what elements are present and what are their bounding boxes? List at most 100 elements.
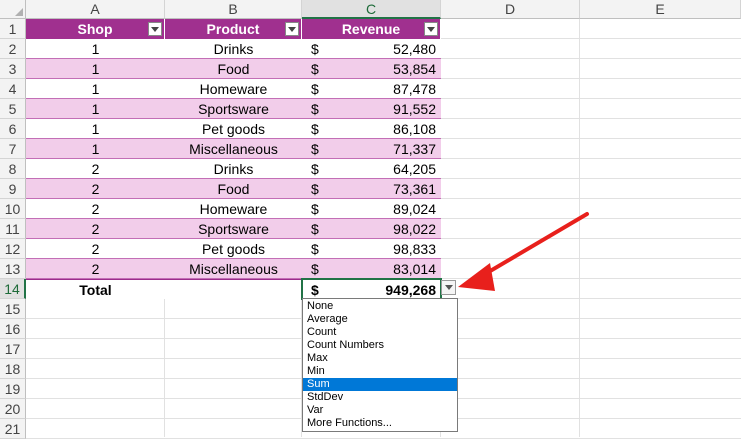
row-header-12[interactable]: 12 — [0, 239, 26, 259]
menu-option-more-functions[interactable]: More Functions... — [303, 417, 457, 430]
row-header-10[interactable]: 10 — [0, 199, 26, 219]
revenue-cell[interactable]: $83,014 — [302, 259, 441, 279]
revenue-amount: 98,022 — [393, 221, 436, 237]
revenue-cell[interactable]: $64,205 — [302, 159, 441, 179]
currency-symbol: $ — [311, 101, 319, 117]
product-cell[interactable]: Drinks — [165, 39, 302, 59]
row-header-7[interactable]: 7 — [0, 139, 26, 159]
revenue-cell[interactable]: $53,854 — [302, 59, 441, 79]
column-header-a[interactable]: A — [26, 0, 165, 19]
select-all-corner[interactable] — [0, 0, 26, 19]
currency-symbol: $ — [311, 221, 319, 237]
row-header-17[interactable]: 17 — [0, 339, 26, 359]
row-header-9[interactable]: 9 — [0, 179, 26, 199]
column-header-c[interactable]: C — [302, 0, 441, 19]
shop-cell[interactable]: 1 — [26, 39, 165, 59]
row-header-5[interactable]: 5 — [0, 99, 26, 119]
arrow-head — [458, 263, 495, 291]
revenue-amount: 73,361 — [393, 181, 436, 197]
shop-cell[interactable]: 2 — [26, 179, 165, 199]
revenue-cell[interactable]: $98,833 — [302, 239, 441, 259]
revenue-cell[interactable]: $91,552 — [302, 99, 441, 119]
product-cell[interactable]: Pet goods — [165, 239, 302, 259]
revenue-cell[interactable]: $89,024 — [302, 199, 441, 219]
row-header-13[interactable]: 13 — [0, 259, 26, 279]
shop-cell[interactable]: 1 — [26, 79, 165, 99]
shop-cell[interactable]: 1 — [26, 99, 165, 119]
product-cell[interactable]: Miscellaneous — [165, 139, 302, 159]
revenue-cell[interactable]: $98,022 — [302, 219, 441, 239]
shop-cell[interactable]: 2 — [26, 259, 165, 279]
header-cell-product[interactable]: Product — [165, 19, 302, 39]
product-cell[interactable]: Homeware — [165, 79, 302, 99]
menu-option-count-numbers[interactable]: Count Numbers — [303, 339, 457, 352]
row-header-15[interactable]: 15 — [0, 299, 26, 319]
shop-cell[interactable]: 2 — [26, 239, 165, 259]
product-cell[interactable]: Pet goods — [165, 119, 302, 139]
currency-symbol: $ — [311, 81, 319, 97]
shop-cell[interactable]: 2 — [26, 159, 165, 179]
filter-dropdown-icon[interactable] — [148, 22, 162, 36]
row-header-2[interactable]: 2 — [0, 39, 26, 59]
row-header-19[interactable]: 19 — [0, 379, 26, 399]
shop-cell[interactable]: 1 — [26, 139, 165, 159]
revenue-amount: 86,108 — [393, 121, 436, 137]
shop-cell[interactable]: 1 — [26, 119, 165, 139]
total-product-cell[interactable] — [165, 279, 302, 299]
revenue-cell[interactable]: $87,478 — [302, 79, 441, 99]
column-header-e[interactable]: E — [580, 0, 741, 19]
filter-dropdown-icon[interactable] — [285, 22, 299, 36]
row-header-18[interactable]: 18 — [0, 359, 26, 379]
currency-symbol: $ — [311, 141, 319, 157]
revenue-cell[interactable]: $52,480 — [302, 39, 441, 59]
product-cell[interactable]: Sportsware — [165, 99, 302, 119]
row-header-14[interactable]: 14 — [0, 279, 26, 299]
row-header-1[interactable]: 1 — [0, 19, 26, 39]
revenue-amount: 87,478 — [393, 81, 436, 97]
menu-option-average[interactable]: Average — [303, 313, 457, 326]
product-cell[interactable]: Miscellaneous — [165, 259, 302, 279]
revenue-amount: 64,205 — [393, 161, 436, 177]
revenue-cell[interactable]: $71,337 — [302, 139, 441, 159]
column-header-d[interactable]: D — [441, 0, 580, 19]
row-header-20[interactable]: 20 — [0, 399, 26, 419]
filter-dropdown-icon[interactable] — [424, 22, 438, 36]
menu-option-sum[interactable]: Sum — [303, 378, 457, 391]
shop-cell[interactable]: 1 — [26, 59, 165, 79]
menu-option-min[interactable]: Min — [303, 365, 457, 378]
column-header-b[interactable]: B — [165, 0, 302, 19]
currency-symbol: $ — [311, 181, 319, 197]
currency-symbol: $ — [311, 161, 319, 177]
header-label-product: Product — [206, 21, 260, 37]
row-header-11[interactable]: 11 — [0, 219, 26, 239]
shop-cell[interactable]: 2 — [26, 219, 165, 239]
product-cell[interactable]: Homeware — [165, 199, 302, 219]
currency-symbol: $ — [311, 41, 319, 57]
revenue-amount: 83,014 — [393, 261, 436, 277]
menu-option-count[interactable]: Count — [303, 326, 457, 339]
menu-option-max[interactable]: Max — [303, 352, 457, 365]
product-cell[interactable]: Sportsware — [165, 219, 302, 239]
product-cell[interactable]: Food — [165, 179, 302, 199]
menu-option-none[interactable]: None — [303, 300, 457, 313]
menu-option-var[interactable]: Var — [303, 404, 457, 417]
row-header-3[interactable]: 3 — [0, 59, 26, 79]
product-cell[interactable]: Food — [165, 59, 302, 79]
total-label-cell[interactable]: Total — [26, 279, 165, 299]
total-function-menu[interactable]: None Average Count Count Numbers Max Min Sum St… — [302, 298, 458, 432]
header-cell-shop[interactable]: Shop — [26, 19, 165, 39]
row-header-16[interactable]: 16 — [0, 319, 26, 339]
product-cell[interactable]: Drinks — [165, 159, 302, 179]
row-header-6[interactable]: 6 — [0, 119, 26, 139]
menu-option-stddev[interactable]: StdDev — [303, 391, 457, 404]
arrow-shaft — [478, 212, 589, 279]
row-header-8[interactable]: 8 — [0, 159, 26, 179]
revenue-cell[interactable]: $86,108 — [302, 119, 441, 139]
revenue-amount: 89,024 — [393, 201, 436, 217]
header-cell-revenue[interactable]: Revenue — [302, 19, 441, 39]
row-header-21[interactable]: 21 — [0, 419, 26, 439]
shop-cell[interactable]: 2 — [26, 199, 165, 219]
row-header-4[interactable]: 4 — [0, 79, 26, 99]
revenue-cell[interactable]: $73,361 — [302, 179, 441, 199]
currency-symbol: $ — [311, 61, 319, 77]
